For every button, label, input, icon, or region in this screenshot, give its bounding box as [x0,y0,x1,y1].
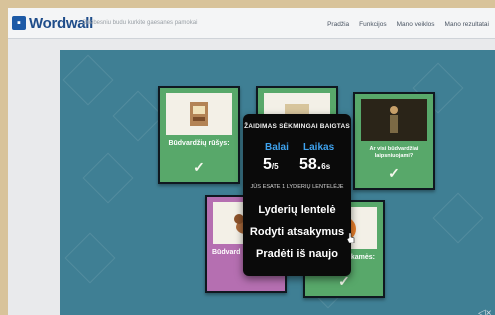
score-number: 5 [263,156,272,173]
background-pattern [112,90,164,142]
background-pattern [64,232,116,284]
check-icon: ✓ [193,159,205,175]
wordwall-logo[interactable]: ▪ Wordwall [12,14,93,32]
hand-cursor-icon [347,233,355,243]
show-answers-button[interactable]: Rodyti atsakymus [243,226,351,238]
nav-my-results[interactable]: Mano rezultatai [445,21,489,28]
browser-page: ▪ Wordwall Griebesniu budu kurkite gaesa… [8,8,495,315]
game-complete-popup: ŽAIDIMAS SĖKMINGAI BAIGTAS Balai Laikas … [243,114,351,276]
score-label: Balai [265,142,289,153]
nav-my-activities[interactable]: Mano veiklos [397,21,435,28]
mute-icon[interactable]: ◁× [478,308,492,315]
activity-title: Griebesniu budu kurkite gaesanes pamokai [82,20,198,26]
score-value: 5/5 [263,156,279,174]
restart-button[interactable]: Pradėti iš naujo [243,248,351,260]
main-nav: Pradžia Funkcijos Mano veiklos Mano rezu… [327,21,489,28]
time-value: 58.6s [299,156,330,174]
check-icon: ✓ [388,165,400,181]
background-pattern [62,54,114,106]
card-label: Ar visi būdvardžiai laipsniuojami? [369,146,419,159]
book-icon [166,93,232,135]
nav-features[interactable]: Funkcijos [359,21,386,28]
answer-card[interactable]: Ar visi būdvardžiai laipsniuojami? ✓ [353,92,435,190]
background-pattern [432,192,484,244]
leaderboard-rank: JŪS ESATE 1 LYDERIŲ LENTELĖJE [250,184,344,190]
popup-title: ŽAIDIMAS SĖKMINGAI BAIGTAS [244,123,350,130]
leaderboard-button[interactable]: Lyderių lentelė [243,204,351,216]
wordwall-logo-icon: ▪ [12,16,26,30]
card-label: Būdvardžių rūšys: [168,140,230,147]
time-label: Laikas [303,142,335,153]
figure-icon [361,99,427,141]
nav-home[interactable]: Pradžia [327,21,349,28]
background-pattern [82,152,134,204]
answer-card[interactable]: Būdvardžių rūšys: ✓ [158,86,240,184]
top-navigation-bar: ▪ Wordwall Griebesniu budu kurkite gaesa… [8,8,495,39]
score-total: /5 [271,162,279,171]
time-number: 58. [299,156,322,173]
time-fraction: 6s [321,162,331,171]
